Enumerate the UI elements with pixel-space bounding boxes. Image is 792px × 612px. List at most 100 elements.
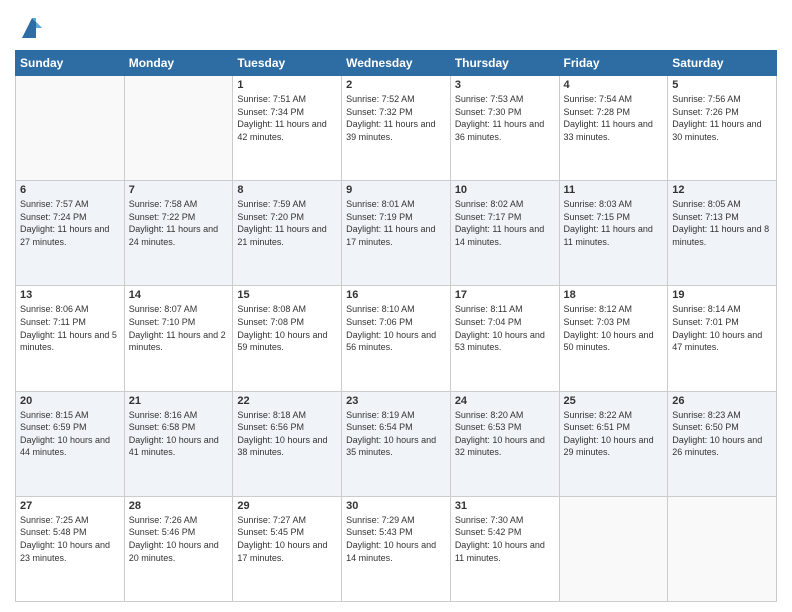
calendar-cell: 4 Sunrise: 7:54 AMSunset: 7:28 PMDaylight… <box>559 76 668 181</box>
calendar-cell: 26 Sunrise: 8:23 AMSunset: 6:50 PMDayligh… <box>668 391 777 496</box>
calendar-cell <box>668 496 777 601</box>
logo-icon <box>18 14 46 42</box>
day-info: Sunrise: 8:22 AMSunset: 6:51 PMDaylight:… <box>564 410 654 458</box>
day-info: Sunrise: 7:56 AMSunset: 7:26 PMDaylight:… <box>672 94 761 142</box>
calendar-cell: 18 Sunrise: 8:12 AMSunset: 7:03 PMDayligh… <box>559 286 668 391</box>
header <box>15 10 777 42</box>
day-info: Sunrise: 7:27 AMSunset: 5:45 PMDaylight:… <box>237 515 327 563</box>
day-number: 5 <box>672 79 772 91</box>
day-number: 20 <box>20 395 120 407</box>
day-info: Sunrise: 8:08 AMSunset: 7:08 PMDaylight:… <box>237 304 327 352</box>
day-number: 30 <box>346 500 446 512</box>
calendar-cell: 29Sunrise: 7:27 AMSunset: 5:45 PMDayligh… <box>233 496 342 601</box>
calendar-week-row: 13 Sunrise: 8:06 AMSunset: 7:11 PMDayligh… <box>16 286 777 391</box>
day-number: 4 <box>564 79 664 91</box>
day-number: 13 <box>20 289 120 301</box>
calendar-cell: 2 Sunrise: 7:52 AMSunset: 7:32 PMDaylight… <box>342 76 451 181</box>
calendar-cell <box>559 496 668 601</box>
calendar-cell: 7Sunrise: 7:58 AMSunset: 7:22 PMDaylight… <box>124 181 233 286</box>
calendar-week-row: 6 Sunrise: 7:57 AMSunset: 7:24 PMDaylight… <box>16 181 777 286</box>
day-number: 14 <box>129 289 229 301</box>
weekday-header: Friday <box>559 51 668 76</box>
day-info: Sunrise: 7:54 AMSunset: 7:28 PMDaylight:… <box>564 94 653 142</box>
day-info: Sunrise: 7:52 AMSunset: 7:32 PMDaylight:… <box>346 94 435 142</box>
calendar-cell: 24Sunrise: 8:20 AMSunset: 6:53 PMDayligh… <box>450 391 559 496</box>
day-info: Sunrise: 7:51 AMSunset: 7:34 PMDaylight:… <box>237 94 326 142</box>
day-number: 21 <box>129 395 229 407</box>
calendar-week-row: 1Sunrise: 7:51 AMSunset: 7:34 PMDaylight… <box>16 76 777 181</box>
day-info: Sunrise: 7:57 AMSunset: 7:24 PMDaylight:… <box>20 199 109 247</box>
day-info: Sunrise: 8:23 AMSunset: 6:50 PMDaylight:… <box>672 410 762 458</box>
day-number: 27 <box>20 500 120 512</box>
day-info: Sunrise: 7:29 AMSunset: 5:43 PMDaylight:… <box>346 515 436 563</box>
calendar-cell: 16 Sunrise: 8:10 AMSunset: 7:06 PMDayligh… <box>342 286 451 391</box>
day-number: 15 <box>237 289 337 301</box>
day-number: 7 <box>129 184 229 196</box>
day-info: Sunrise: 8:10 AMSunset: 7:06 PMDaylight:… <box>346 304 436 352</box>
calendar-cell: 1Sunrise: 7:51 AMSunset: 7:34 PMDaylight… <box>233 76 342 181</box>
day-info: Sunrise: 8:12 AMSunset: 7:03 PMDaylight:… <box>564 304 654 352</box>
calendar-cell: 28 Sunrise: 7:26 AMSunset: 5:46 PMDayligh… <box>124 496 233 601</box>
day-info: Sunrise: 7:25 AMSunset: 5:48 PMDaylight:… <box>20 515 110 563</box>
day-number: 9 <box>346 184 446 196</box>
day-info: Sunrise: 8:01 AMSunset: 7:19 PMDaylight:… <box>346 199 435 247</box>
calendar-cell: 22 Sunrise: 8:18 AMSunset: 6:56 PMDayligh… <box>233 391 342 496</box>
calendar-cell: 23Sunrise: 8:19 AMSunset: 6:54 PMDayligh… <box>342 391 451 496</box>
day-info: Sunrise: 7:53 AMSunset: 7:30 PMDaylight:… <box>455 94 544 142</box>
calendar-cell: 25 Sunrise: 8:22 AMSunset: 6:51 PMDayligh… <box>559 391 668 496</box>
day-info: Sunrise: 8:11 AMSunset: 7:04 PMDaylight:… <box>455 304 545 352</box>
day-number: 28 <box>129 500 229 512</box>
day-number: 18 <box>564 289 664 301</box>
calendar-cell: 21 Sunrise: 8:16 AMSunset: 6:58 PMDayligh… <box>124 391 233 496</box>
day-number: 10 <box>455 184 555 196</box>
day-number: 22 <box>237 395 337 407</box>
day-number: 26 <box>672 395 772 407</box>
day-number: 6 <box>20 184 120 196</box>
day-number: 16 <box>346 289 446 301</box>
day-info: Sunrise: 8:06 AMSunset: 7:11 PMDaylight:… <box>20 304 117 352</box>
day-number: 12 <box>672 184 772 196</box>
logo <box>15 14 46 42</box>
calendar-cell: 30 Sunrise: 7:29 AMSunset: 5:43 PMDayligh… <box>342 496 451 601</box>
calendar-week-row: 20 Sunrise: 8:15 AMSunset: 6:59 PMDayligh… <box>16 391 777 496</box>
calendar-cell: 3 Sunrise: 7:53 AMSunset: 7:30 PMDaylight… <box>450 76 559 181</box>
calendar-cell: 27 Sunrise: 7:25 AMSunset: 5:48 PMDayligh… <box>16 496 125 601</box>
day-number: 2 <box>346 79 446 91</box>
day-number: 3 <box>455 79 555 91</box>
calendar-header-row: SundayMondayTuesdayWednesdayThursdayFrid… <box>16 51 777 76</box>
calendar-cell: 5 Sunrise: 7:56 AMSunset: 7:26 PMDaylight… <box>668 76 777 181</box>
calendar-cell <box>16 76 125 181</box>
day-info: Sunrise: 8:03 AMSunset: 7:15 PMDaylight:… <box>564 199 653 247</box>
calendar-cell: 14 Sunrise: 8:07 AMSunset: 7:10 PMDayligh… <box>124 286 233 391</box>
weekday-header: Wednesday <box>342 51 451 76</box>
day-info: Sunrise: 7:59 AMSunset: 7:20 PMDaylight:… <box>237 199 326 247</box>
day-number: 19 <box>672 289 772 301</box>
calendar-cell: 13 Sunrise: 8:06 AMSunset: 7:11 PMDayligh… <box>16 286 125 391</box>
day-info: Sunrise: 8:15 AMSunset: 6:59 PMDaylight:… <box>20 410 110 458</box>
weekday-header: Monday <box>124 51 233 76</box>
calendar-cell: 11 Sunrise: 8:03 AMSunset: 7:15 PMDayligh… <box>559 181 668 286</box>
page: SundayMondayTuesdayWednesdayThursdayFrid… <box>0 0 792 612</box>
day-info: Sunrise: 8:02 AMSunset: 7:17 PMDaylight:… <box>455 199 544 247</box>
day-info: Sunrise: 7:30 AMSunset: 5:42 PMDaylight:… <box>455 515 545 563</box>
calendar-cell: 8Sunrise: 7:59 AMSunset: 7:20 PMDaylight… <box>233 181 342 286</box>
weekday-header: Tuesday <box>233 51 342 76</box>
calendar-cell: 20 Sunrise: 8:15 AMSunset: 6:59 PMDayligh… <box>16 391 125 496</box>
weekday-header: Sunday <box>16 51 125 76</box>
day-number: 11 <box>564 184 664 196</box>
day-info: Sunrise: 8:14 AMSunset: 7:01 PMDaylight:… <box>672 304 762 352</box>
calendar-table: SundayMondayTuesdayWednesdayThursdayFrid… <box>15 50 777 602</box>
day-number: 31 <box>455 500 555 512</box>
calendar-cell: 10 Sunrise: 8:02 AMSunset: 7:17 PMDayligh… <box>450 181 559 286</box>
day-info: Sunrise: 8:16 AMSunset: 6:58 PMDaylight:… <box>129 410 219 458</box>
day-info: Sunrise: 8:18 AMSunset: 6:56 PMDaylight:… <box>237 410 327 458</box>
day-info: Sunrise: 8:07 AMSunset: 7:10 PMDaylight:… <box>129 304 226 352</box>
calendar-cell: 17 Sunrise: 8:11 AMSunset: 7:04 PMDayligh… <box>450 286 559 391</box>
calendar-week-row: 27 Sunrise: 7:25 AMSunset: 5:48 PMDayligh… <box>16 496 777 601</box>
day-number: 25 <box>564 395 664 407</box>
day-info: Sunrise: 7:26 AMSunset: 5:46 PMDaylight:… <box>129 515 219 563</box>
day-number: 24 <box>455 395 555 407</box>
day-number: 17 <box>455 289 555 301</box>
day-info: Sunrise: 8:19 AMSunset: 6:54 PMDaylight:… <box>346 410 436 458</box>
calendar-cell: 15 Sunrise: 8:08 AMSunset: 7:08 PMDayligh… <box>233 286 342 391</box>
